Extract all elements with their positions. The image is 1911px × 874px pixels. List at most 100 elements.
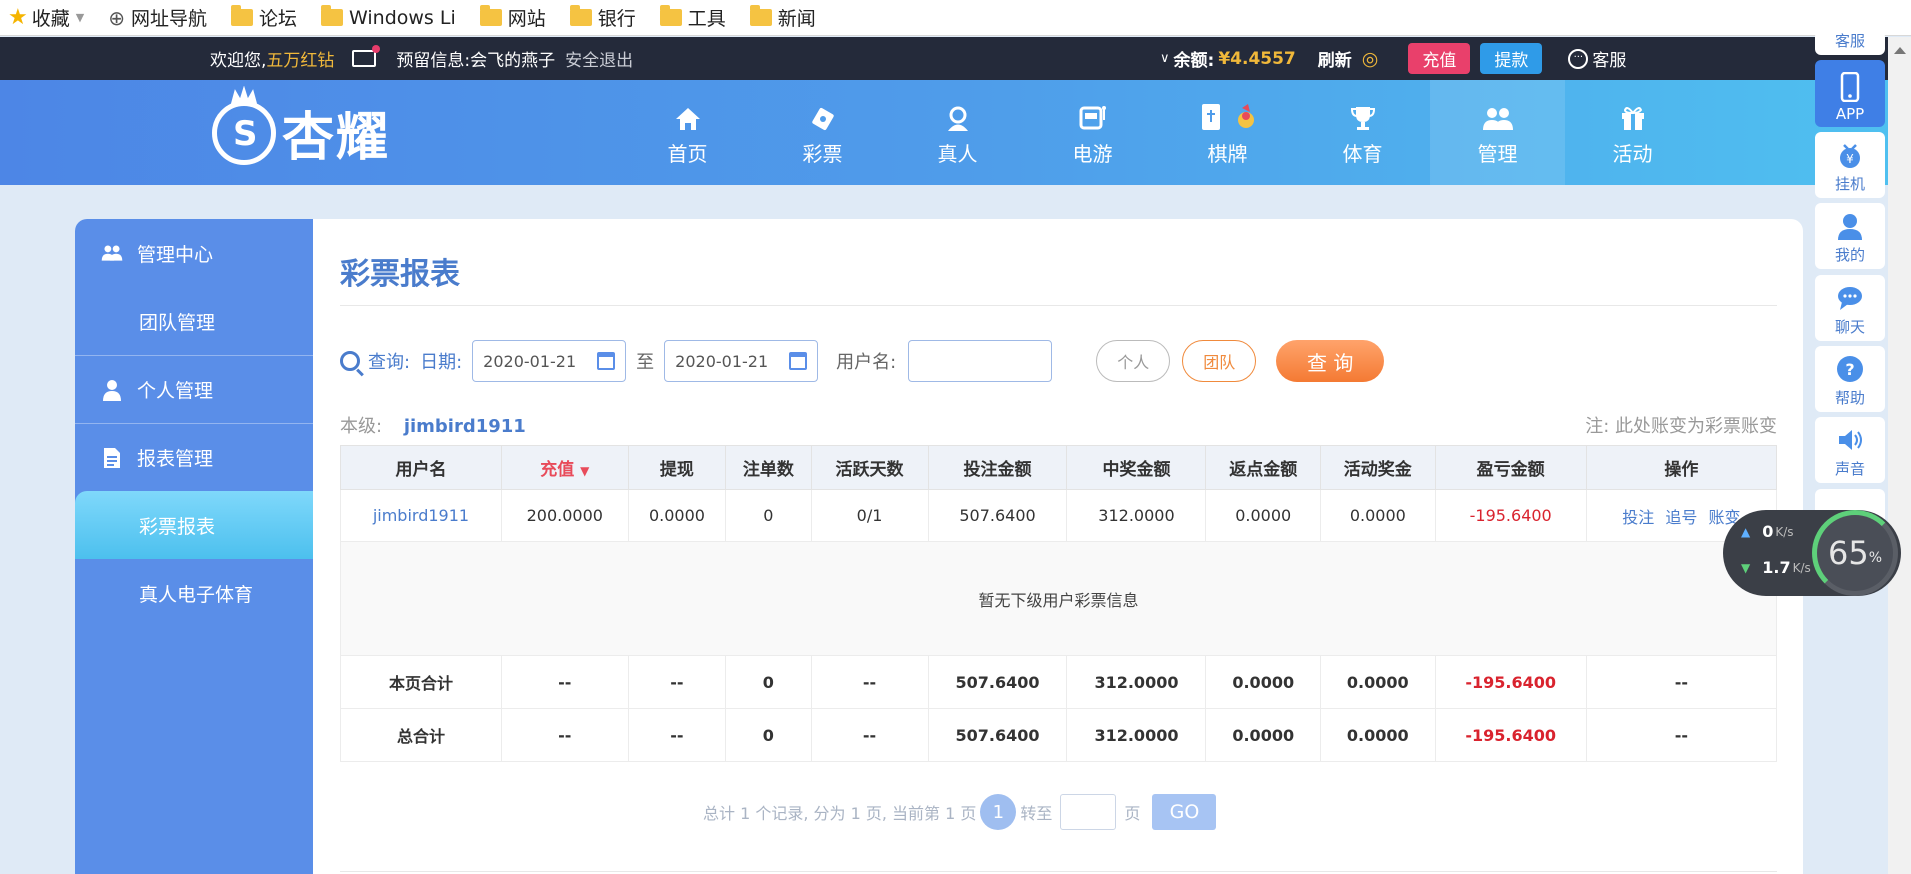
chat-icon [1836, 284, 1864, 312]
sidebar: 管理中心 团队管理 个人管理 报表管理 彩票报表 真人电子体育 [75, 219, 313, 874]
scroll-up-arrow-icon[interactable] [1894, 47, 1906, 54]
col-bet-amount: 投注金额 [927, 445, 1068, 490]
cell-username[interactable]: jimbird1911 [340, 489, 502, 542]
refresh-button[interactable]: 刷新 [1318, 46, 1352, 71]
cell-rebate-amount: 0.0000 [1205, 489, 1322, 542]
nav-live[interactable]: 真人 [890, 80, 1025, 185]
bookmark-news[interactable]: 新闻 [749, 4, 816, 31]
nav-events[interactable]: 活动 [1565, 80, 1700, 185]
scrollbar[interactable] [1888, 37, 1911, 874]
float-sound[interactable]: 声音 [1815, 417, 1885, 483]
sidebar-item-live-electronic-sports[interactable]: 真人电子体育 [75, 559, 313, 627]
bookmark-favorites[interactable]: ★ 收藏 ▼ [8, 4, 84, 31]
help-glyph: ? [1837, 356, 1863, 382]
bookmark-label: 网站 [507, 8, 546, 30]
page-number-current[interactable]: 1 [980, 794, 1017, 830]
sum-cell: 507.6400 [927, 708, 1068, 762]
network-speed-widget[interactable]: ▲ 0 K/s ▼ 1.7 K/s 65% [1723, 510, 1901, 596]
username-input[interactable] [908, 340, 1053, 382]
lottery-ticket-icon [809, 98, 837, 132]
gift-icon [1619, 98, 1647, 132]
charge-button[interactable]: 充值 [1408, 43, 1471, 74]
query-label-text: 查询: [368, 352, 411, 373]
search-icon [340, 351, 360, 371]
bookmark-label: 新闻 [777, 8, 816, 30]
nav-sports[interactable]: 体育 [1295, 80, 1430, 185]
logo-text: 杏耀 [282, 108, 391, 168]
bookmark-forum[interactable]: 论坛 [231, 4, 297, 31]
speaker-icon [1836, 426, 1864, 454]
grand-total-row: 总合计 -- -- 0 -- 507.6400 312.0000 0.0000 … [340, 708, 1778, 762]
svg-text:¥: ¥ [1846, 152, 1854, 166]
col-win-amount: 中奖金额 [1066, 445, 1207, 490]
float-hangup[interactable]: ¥ 挂机 [1815, 132, 1885, 198]
col-charge-label: 充值 [540, 460, 575, 480]
nav-label: 真人 [937, 142, 978, 166]
pager-summary: 总计 1 个记录, 分为 1 页, 当前第 1 页 [703, 804, 977, 823]
divider [340, 305, 1777, 306]
logout-link[interactable]: 安全退出 [565, 46, 633, 71]
sum-cell: 312.0000 [1066, 708, 1207, 762]
arrow-down-icon: ▼ [1741, 560, 1751, 575]
bookmark-bank[interactable]: 银行 [569, 4, 636, 31]
brand-logo[interactable]: S 杏耀 [212, 90, 390, 175]
bookmark-tools[interactable]: 工具 [659, 4, 726, 31]
slot-machine-icon [1078, 98, 1108, 132]
goto-label: 转至 [1020, 804, 1053, 823]
arrow-up-icon: ▲ [1741, 524, 1751, 539]
sidebar-item-personal-management[interactable]: 个人管理 [75, 355, 313, 423]
eye-off-icon[interactable]: ◎ [1362, 48, 1379, 70]
nav-manage[interactable]: 管理 [1430, 80, 1565, 185]
sidebar-item-report-management[interactable]: 报表管理 [75, 423, 313, 491]
personal-button[interactable]: 个人 [1096, 340, 1171, 382]
sum-cell: 312.0000 [1066, 655, 1207, 709]
note-text: 注: 此处账变为彩票账变 [1585, 416, 1777, 437]
float-label: 我的 [1834, 246, 1865, 264]
go-button[interactable]: GO [1152, 794, 1217, 830]
upload-unit: K/s [1775, 524, 1794, 539]
float-chat[interactable]: 聊天 [1815, 275, 1885, 341]
nav-lottery[interactable]: 彩票 [755, 80, 890, 185]
sum-cell: -- [500, 708, 629, 762]
search-button[interactable]: 查 询 [1276, 340, 1385, 382]
date-to-input[interactable]: 2020-01-21 [664, 340, 819, 382]
help-icon: ? [1836, 355, 1864, 383]
nav-cards[interactable]: 棋牌 [1160, 80, 1295, 185]
float-service[interactable]: 客服 [1815, 31, 1885, 55]
main-nav: S 杏耀 首页 彩票 真人 电游 棋牌 体育 管理 活动 [0, 80, 1911, 185]
float-help[interactable]: ? 帮助 [1815, 346, 1885, 412]
goto-page-input[interactable] [1060, 794, 1117, 830]
chase-link[interactable]: 追号 [1665, 508, 1697, 527]
team-button[interactable]: 团队 [1182, 340, 1257, 382]
withdraw-button[interactable]: 提款 [1480, 43, 1543, 74]
top-info-bar: 欢迎您, 五万红钻 预留信息:会飞的燕子 安全退出 ∨ 余额: ¥4.4557 … [0, 37, 1911, 80]
sidebar-item-label: 彩票报表 [139, 515, 216, 538]
nav-home[interactable]: 首页 [620, 80, 755, 185]
bookmark-windows[interactable]: Windows Li [321, 5, 456, 29]
sum-cell-profit-loss: -195.6400 [1434, 708, 1587, 762]
mail-icon[interactable] [352, 45, 381, 67]
float-app[interactable]: APP [1815, 60, 1885, 127]
robot-icon: ¥ [1836, 141, 1864, 169]
cell-win-amount: 312.0000 [1066, 489, 1207, 542]
nav-slots[interactable]: 电游 [1025, 80, 1160, 185]
download-value: 1.7 [1762, 558, 1791, 577]
float-label: 客服 [1834, 32, 1865, 50]
nav-label: 体育 [1342, 142, 1383, 166]
sum-cell: 0.0000 [1205, 708, 1322, 762]
bet-link[interactable]: 投注 [1622, 508, 1654, 527]
chevron-down-icon[interactable]: ∨ [1160, 51, 1170, 66]
col-charge[interactable]: 充值 ▼ [500, 445, 629, 490]
bookmark-sites[interactable]: 网站 [479, 4, 546, 31]
sidebar-item-management-center[interactable]: 管理中心 [75, 219, 313, 287]
sidebar-item-team-management[interactable]: 团队管理 [75, 287, 313, 355]
bookmark-nav[interactable]: ⊕ 网址导航 [108, 4, 207, 31]
date-from-input[interactable]: 2020-01-21 [472, 340, 627, 382]
col-rebate-amount: 返点金额 [1205, 445, 1322, 490]
float-mine[interactable]: 我的 [1815, 203, 1885, 269]
sum-cell: 0.0000 [1320, 655, 1436, 709]
service-button[interactable]: ··· 客服 [1568, 46, 1626, 71]
sum-cell: -- [1585, 708, 1778, 762]
folder-icon [321, 5, 344, 26]
sidebar-item-lottery-report[interactable]: 彩票报表 [75, 491, 313, 559]
